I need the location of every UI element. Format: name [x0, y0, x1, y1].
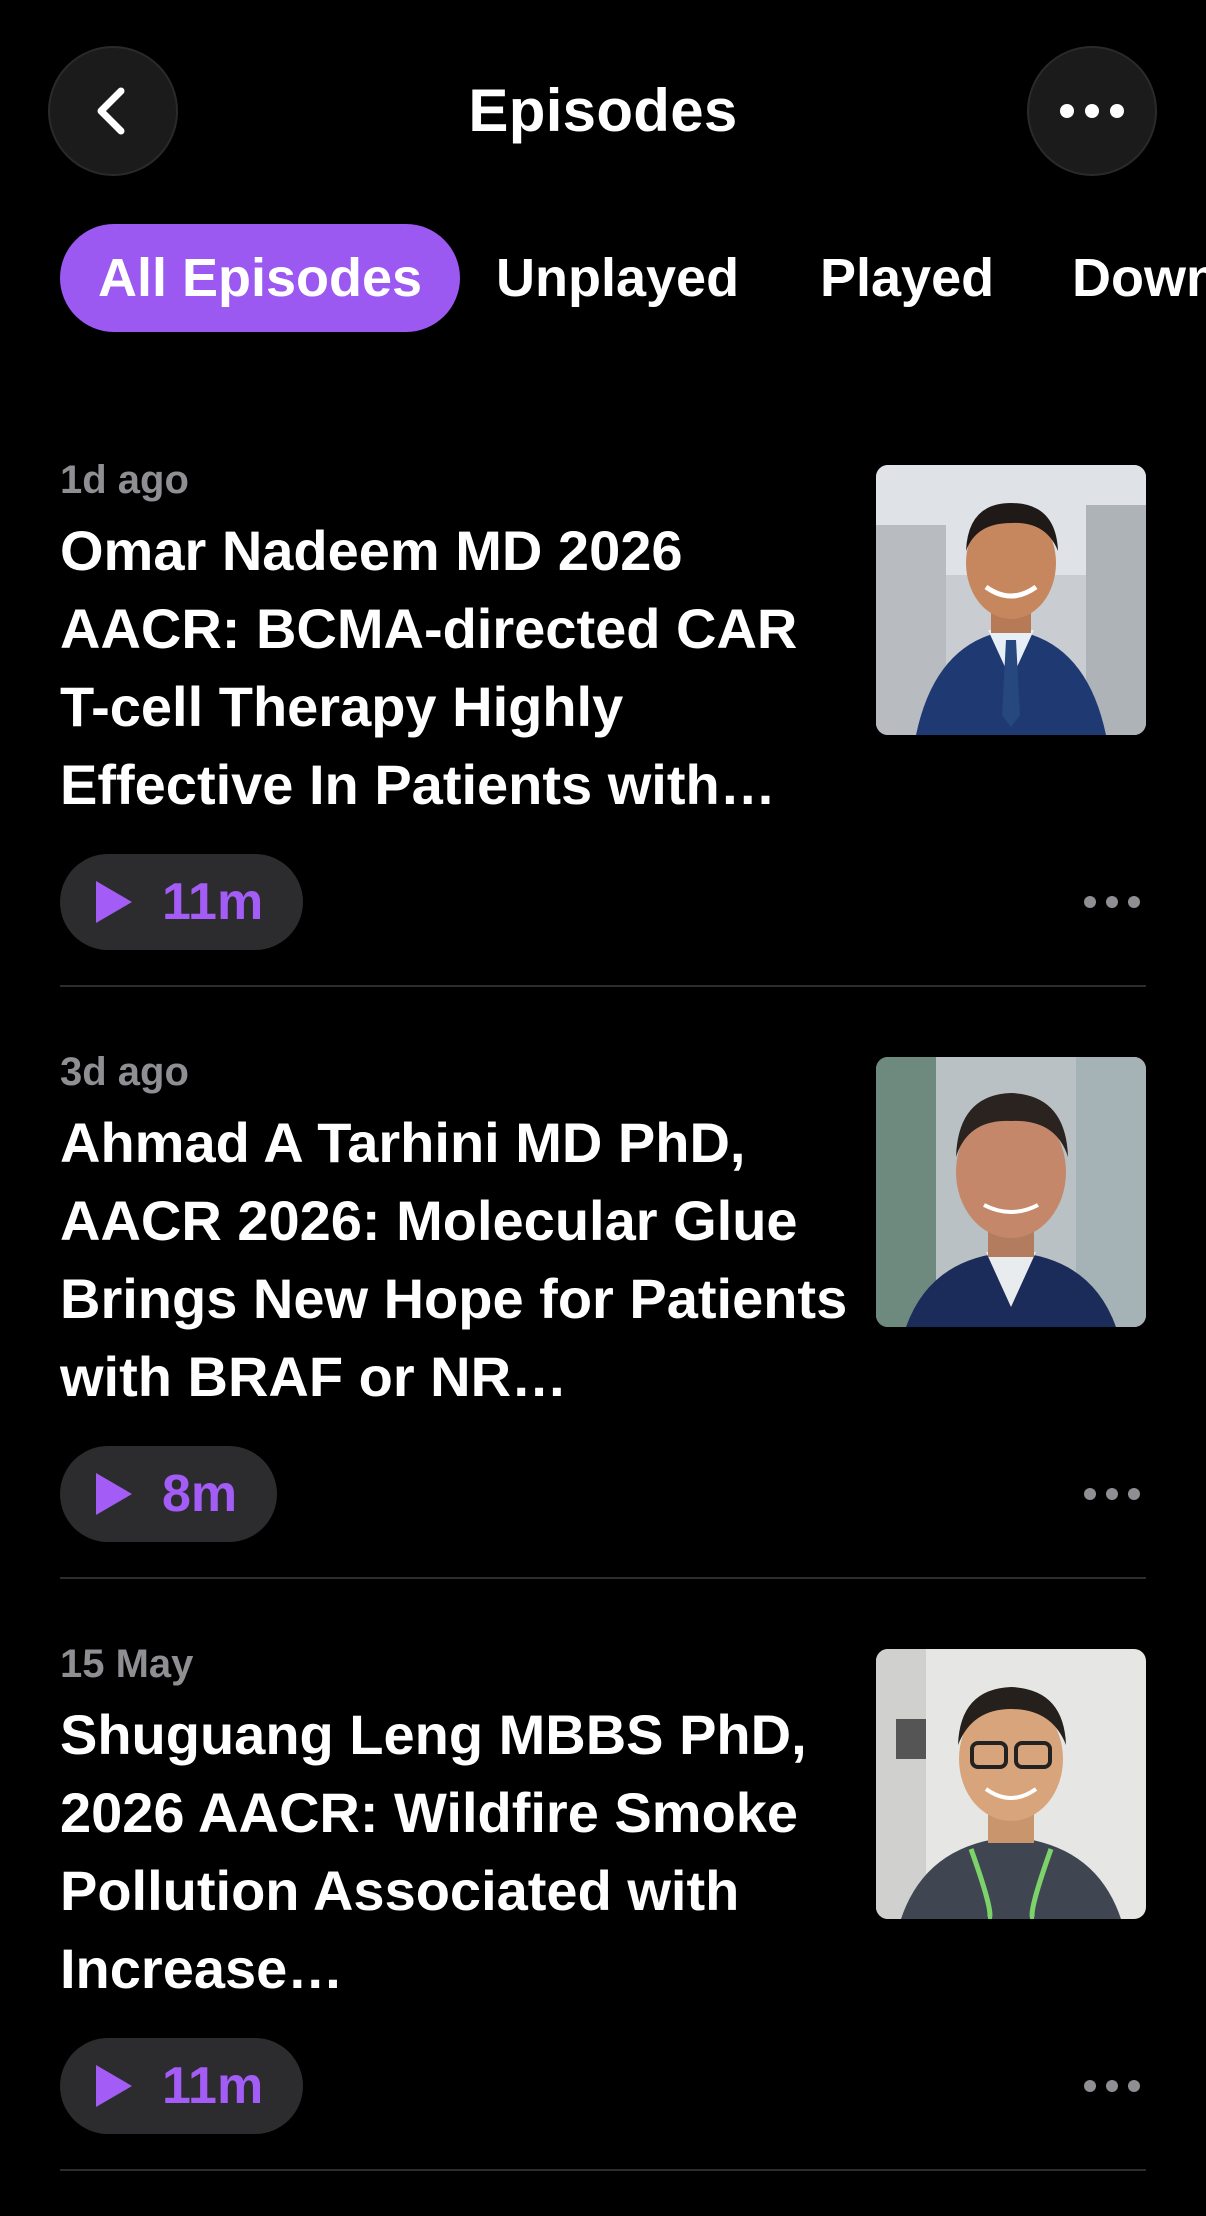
- page-title: Episodes: [468, 77, 738, 144]
- episode-date: 1d ago: [60, 458, 189, 502]
- episode-artwork[interactable]: [876, 1649, 1146, 1919]
- ellipsis-icon: [1084, 896, 1140, 908]
- play-button[interactable]: 11m: [60, 854, 304, 950]
- ellipsis-icon: [1060, 104, 1124, 118]
- play-icon: [96, 2065, 132, 2107]
- episode-item: 15 May Shuguang Leng MBBS PhD, 2026 AACR…: [0, 1624, 1206, 2216]
- filter-tabs: All Episodes Unplayed Played Downloaded: [0, 224, 1206, 332]
- portrait-image: [876, 1649, 1146, 1919]
- tab-played[interactable]: Played: [820, 224, 994, 332]
- episode-title[interactable]: Ahmad A Tarhini MD PhD, AACR 2026: Molec…: [60, 1104, 860, 1416]
- ellipsis-icon: [1084, 1488, 1140, 1500]
- episode-duration: 8m: [162, 1465, 238, 1523]
- ellipsis-icon: [1084, 2080, 1140, 2092]
- episode-date: 15 May: [60, 1642, 194, 1686]
- play-icon: [96, 881, 132, 923]
- portrait-image: [876, 1057, 1146, 1327]
- divider: [60, 2169, 1146, 2171]
- episode-more-button[interactable]: [1072, 2054, 1152, 2118]
- portrait-image: [876, 465, 1146, 735]
- top-bar: Episodes: [0, 0, 1206, 200]
- episode-duration: 11m: [162, 2057, 264, 2115]
- tab-unplayed[interactable]: Unplayed: [496, 224, 739, 332]
- episode-date: 3d ago: [60, 1050, 189, 1094]
- divider: [60, 985, 1146, 987]
- episode-list: 1d ago Omar Nadeem MD 2026 AACR: BCMA-di…: [0, 440, 1206, 2216]
- play-button[interactable]: 8m: [60, 1446, 278, 1542]
- tab-downloaded[interactable]: Downloaded: [1072, 224, 1206, 332]
- play-button[interactable]: 11m: [60, 2038, 304, 2134]
- episode-title[interactable]: Omar Nadeem MD 2026 AACR: BCMA-directed …: [60, 512, 860, 824]
- episode-item: 1d ago Omar Nadeem MD 2026 AACR: BCMA-di…: [0, 440, 1206, 1032]
- episode-more-button[interactable]: [1072, 870, 1152, 934]
- more-options-button[interactable]: [1027, 46, 1157, 176]
- play-icon: [96, 1473, 132, 1515]
- episode-more-button[interactable]: [1072, 1462, 1152, 1526]
- episode-title[interactable]: Shuguang Leng MBBS PhD, 2026 AACR: Wildf…: [60, 1696, 860, 2008]
- episode-artwork[interactable]: [876, 1057, 1146, 1327]
- divider: [60, 1577, 1146, 1579]
- episode-item: 3d ago Ahmad A Tarhini MD PhD, AACR 2026…: [0, 1032, 1206, 1624]
- tab-all-episodes[interactable]: All Episodes: [60, 224, 461, 332]
- episode-artwork[interactable]: [876, 465, 1146, 735]
- episode-duration: 11m: [162, 873, 264, 931]
